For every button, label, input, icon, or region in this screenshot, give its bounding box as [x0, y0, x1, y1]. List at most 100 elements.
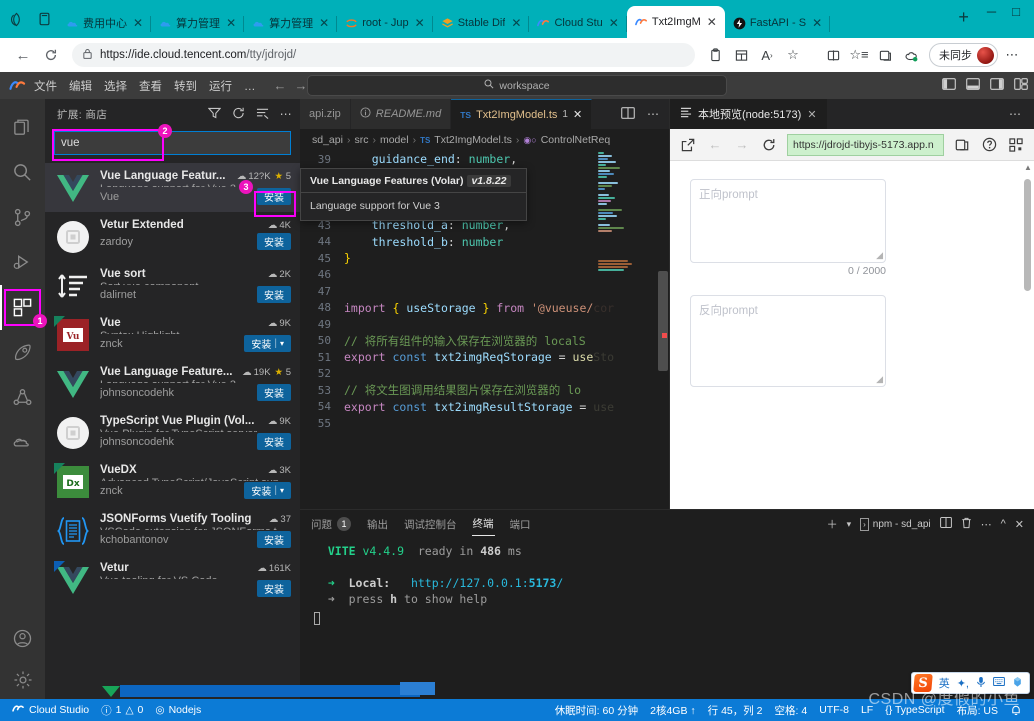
status-item[interactable]: 布局: US — [951, 703, 1004, 718]
browser-settings-more-icon[interactable]: ⋯ — [1000, 43, 1024, 67]
extension-list-item[interactable]: Vu Vue ☁9KSyntax Highlight znck 安装|▾ — [45, 310, 300, 359]
extension-list-item[interactable]: Dx VueDX ☁3KAdvanced TypeScript/JavaScript… — [45, 457, 300, 506]
activity-run-debug[interactable] — [0, 240, 45, 285]
install-button[interactable]: 安装 | ▾ — [244, 482, 291, 499]
forward-icon[interactable]: → — [730, 133, 754, 157]
collections-icon[interactable]: ☆≡ — [847, 43, 871, 67]
favorite-star-icon[interactable]: ☆ — [781, 43, 805, 67]
install-button[interactable]: 安装 — [257, 531, 291, 548]
preview-scroll-thumb[interactable] — [1024, 179, 1031, 291]
close-panel-icon[interactable]: ✕ — [1015, 518, 1024, 531]
open-external-icon[interactable] — [676, 133, 700, 157]
titlebar-back-icon[interactable]: ← — [274, 78, 287, 93]
browser-tab[interactable]: root - Jup ✕ — [337, 8, 433, 38]
toolbox-icon[interactable] — [1012, 676, 1023, 691]
menu-选择[interactable]: 选择 — [98, 78, 133, 96]
extension-list-item[interactable]: JSONForms Vuetify Tooling ☁37VSCode exten… — [45, 506, 300, 555]
close-icon[interactable]: ✕ — [317, 17, 331, 29]
close-icon[interactable]: ✕ — [810, 17, 824, 29]
browser-tab[interactable]: 算力管理 ✕ — [244, 8, 338, 38]
positive-prompt-textarea[interactable]: 正向prompt ◢ — [690, 179, 886, 263]
address-bar[interactable]: https://ide.cloud.tencent.com/tty/jdrojd… — [72, 43, 695, 67]
status-item[interactable]: 空格: 4 — [769, 703, 814, 718]
split-terminal-icon[interactable] — [939, 517, 952, 531]
clear-search-results-icon[interactable] — [256, 107, 269, 122]
sidebar-more-icon[interactable]: ⋯ — [280, 107, 292, 122]
status-problems[interactable]: ⓘ 1 △ 0 — [95, 703, 149, 718]
close-icon[interactable]: ✕ — [573, 108, 582, 121]
close-icon[interactable]: ✕ — [807, 108, 816, 121]
read-aloud-icon[interactable] — [703, 43, 727, 67]
split-editor-icon[interactable] — [621, 106, 635, 122]
filter-icon[interactable] — [207, 107, 221, 122]
close-icon[interactable]: ✕ — [705, 16, 719, 28]
scrollbar-thumb[interactable] — [658, 271, 668, 371]
editor-tab-txt2imgmodel[interactable]: TS Txt2ImgModel.ts 1 ✕ — [451, 99, 593, 129]
scroll-up-arrow-icon[interactable]: ▲ — [1024, 163, 1032, 172]
minimap[interactable] — [594, 151, 652, 509]
browser-tab[interactable]: 费用中心 ✕ — [58, 8, 152, 38]
split-screen-icon[interactable] — [729, 43, 753, 67]
extension-puzzle-icon[interactable] — [899, 43, 923, 67]
browser-tab[interactable]: Cloud Stu ✕ — [529, 8, 628, 38]
activity-account[interactable] — [0, 616, 45, 661]
extension-list-item[interactable]: Vetur ☁161KVue tooling for VS Code安装 — [45, 555, 300, 604]
editor-tab-readme[interactable]: README.md — [350, 99, 452, 129]
breadcrumb-item[interactable]: sd_api — [312, 134, 343, 146]
status-item[interactable]: 行 45，列 2 — [702, 703, 769, 718]
menu-编辑[interactable]: 编辑 — [63, 78, 98, 96]
browser-tab[interactable]: FastAPI - S ✕ — [725, 8, 831, 38]
activity-rocket[interactable] — [0, 330, 45, 375]
tab-search-icon[interactable] — [34, 9, 54, 29]
browser-essentials-icon[interactable] — [6, 9, 26, 29]
help-icon[interactable] — [977, 133, 1001, 157]
install-button[interactable]: 安装 — [257, 384, 291, 401]
status-item[interactable]: UTF-8 — [813, 704, 855, 716]
status-item[interactable]: 休眠时间: 60 分钟 — [549, 703, 644, 718]
status-item[interactable]: LF — [855, 704, 879, 716]
browser-tab[interactable]: 算力管理 ✕ — [151, 8, 245, 38]
menu-转到[interactable]: 转到 — [168, 78, 203, 96]
keyboard-icon[interactable] — [993, 676, 1005, 690]
browser-back-icon[interactable]: ← — [10, 42, 36, 68]
activity-explorer[interactable] — [0, 105, 45, 150]
activity-source-control[interactable] — [0, 195, 45, 240]
minimize-button[interactable]: ─ — [987, 4, 996, 19]
split-icon[interactable] — [950, 133, 974, 157]
extension-list-item[interactable]: Vue Language Feature... ☁19K★ 5Language s… — [45, 359, 300, 408]
panel-tab-terminal[interactable]: 终端 — [471, 512, 495, 536]
site-info-lock-icon[interactable] — [82, 48, 93, 63]
activity-cloud[interactable] — [0, 420, 45, 465]
command-center[interactable]: workspace — [307, 75, 727, 96]
bell-icon[interactable] — [1004, 704, 1028, 716]
menu-查看[interactable]: 查看 — [133, 78, 168, 96]
add-terminal-icon[interactable]: ＋ — [827, 516, 838, 532]
browser-tab[interactable]: Txt2ImgM ✕ — [626, 6, 725, 38]
toggle-secondary-sidebar-icon[interactable] — [990, 78, 1004, 93]
profile-button[interactable]: 未同步 — [929, 43, 998, 67]
extension-list-item[interactable]: Vue sort ☁2KSort vue component dalirnet 安装 — [45, 261, 300, 310]
extension-list-item[interactable]: TypeScript Vue Plugin (Vol... ☁9KVue Plug… — [45, 408, 300, 457]
preview-scrollbar[interactable]: ▲ — [1024, 163, 1032, 507]
browser-reload-icon[interactable] — [38, 42, 64, 68]
toggle-panel-icon[interactable] — [966, 78, 980, 93]
browser-tab[interactable]: Stable Dif ✕ — [433, 8, 530, 38]
activity-extensions[interactable]: 1 — [0, 285, 47, 330]
breadcrumb-item[interactable]: ControlNetReq — [541, 134, 610, 146]
maximize-button[interactable]: □ — [1012, 4, 1020, 19]
install-button[interactable]: 安装 — [257, 433, 291, 450]
split-view-icon[interactable] — [821, 43, 845, 67]
close-icon[interactable]: ✕ — [509, 17, 523, 29]
qrcode-icon[interactable] — [1004, 133, 1028, 157]
status-nodejs[interactable]: ◎ Nodejs — [149, 704, 207, 716]
menu-文件[interactable]: 文件 — [28, 78, 63, 96]
install-button[interactable]: 安装 | ▾ — [244, 335, 291, 352]
customize-layout-icon[interactable] — [1014, 78, 1028, 93]
read-aloud-text-icon[interactable]: A › — [755, 43, 779, 67]
menu-…[interactable]: … — [238, 78, 262, 96]
editor-tab-api-zip[interactable]: api.zip — [300, 99, 351, 129]
preview-url[interactable]: https://jdrojd-tibyjs-5173.app.n — [787, 133, 944, 156]
close-icon[interactable]: ✕ — [224, 17, 238, 29]
chevron-up-icon[interactable]: ^ — [1001, 518, 1006, 530]
panel-tab-output[interactable]: 输出 — [366, 513, 389, 536]
